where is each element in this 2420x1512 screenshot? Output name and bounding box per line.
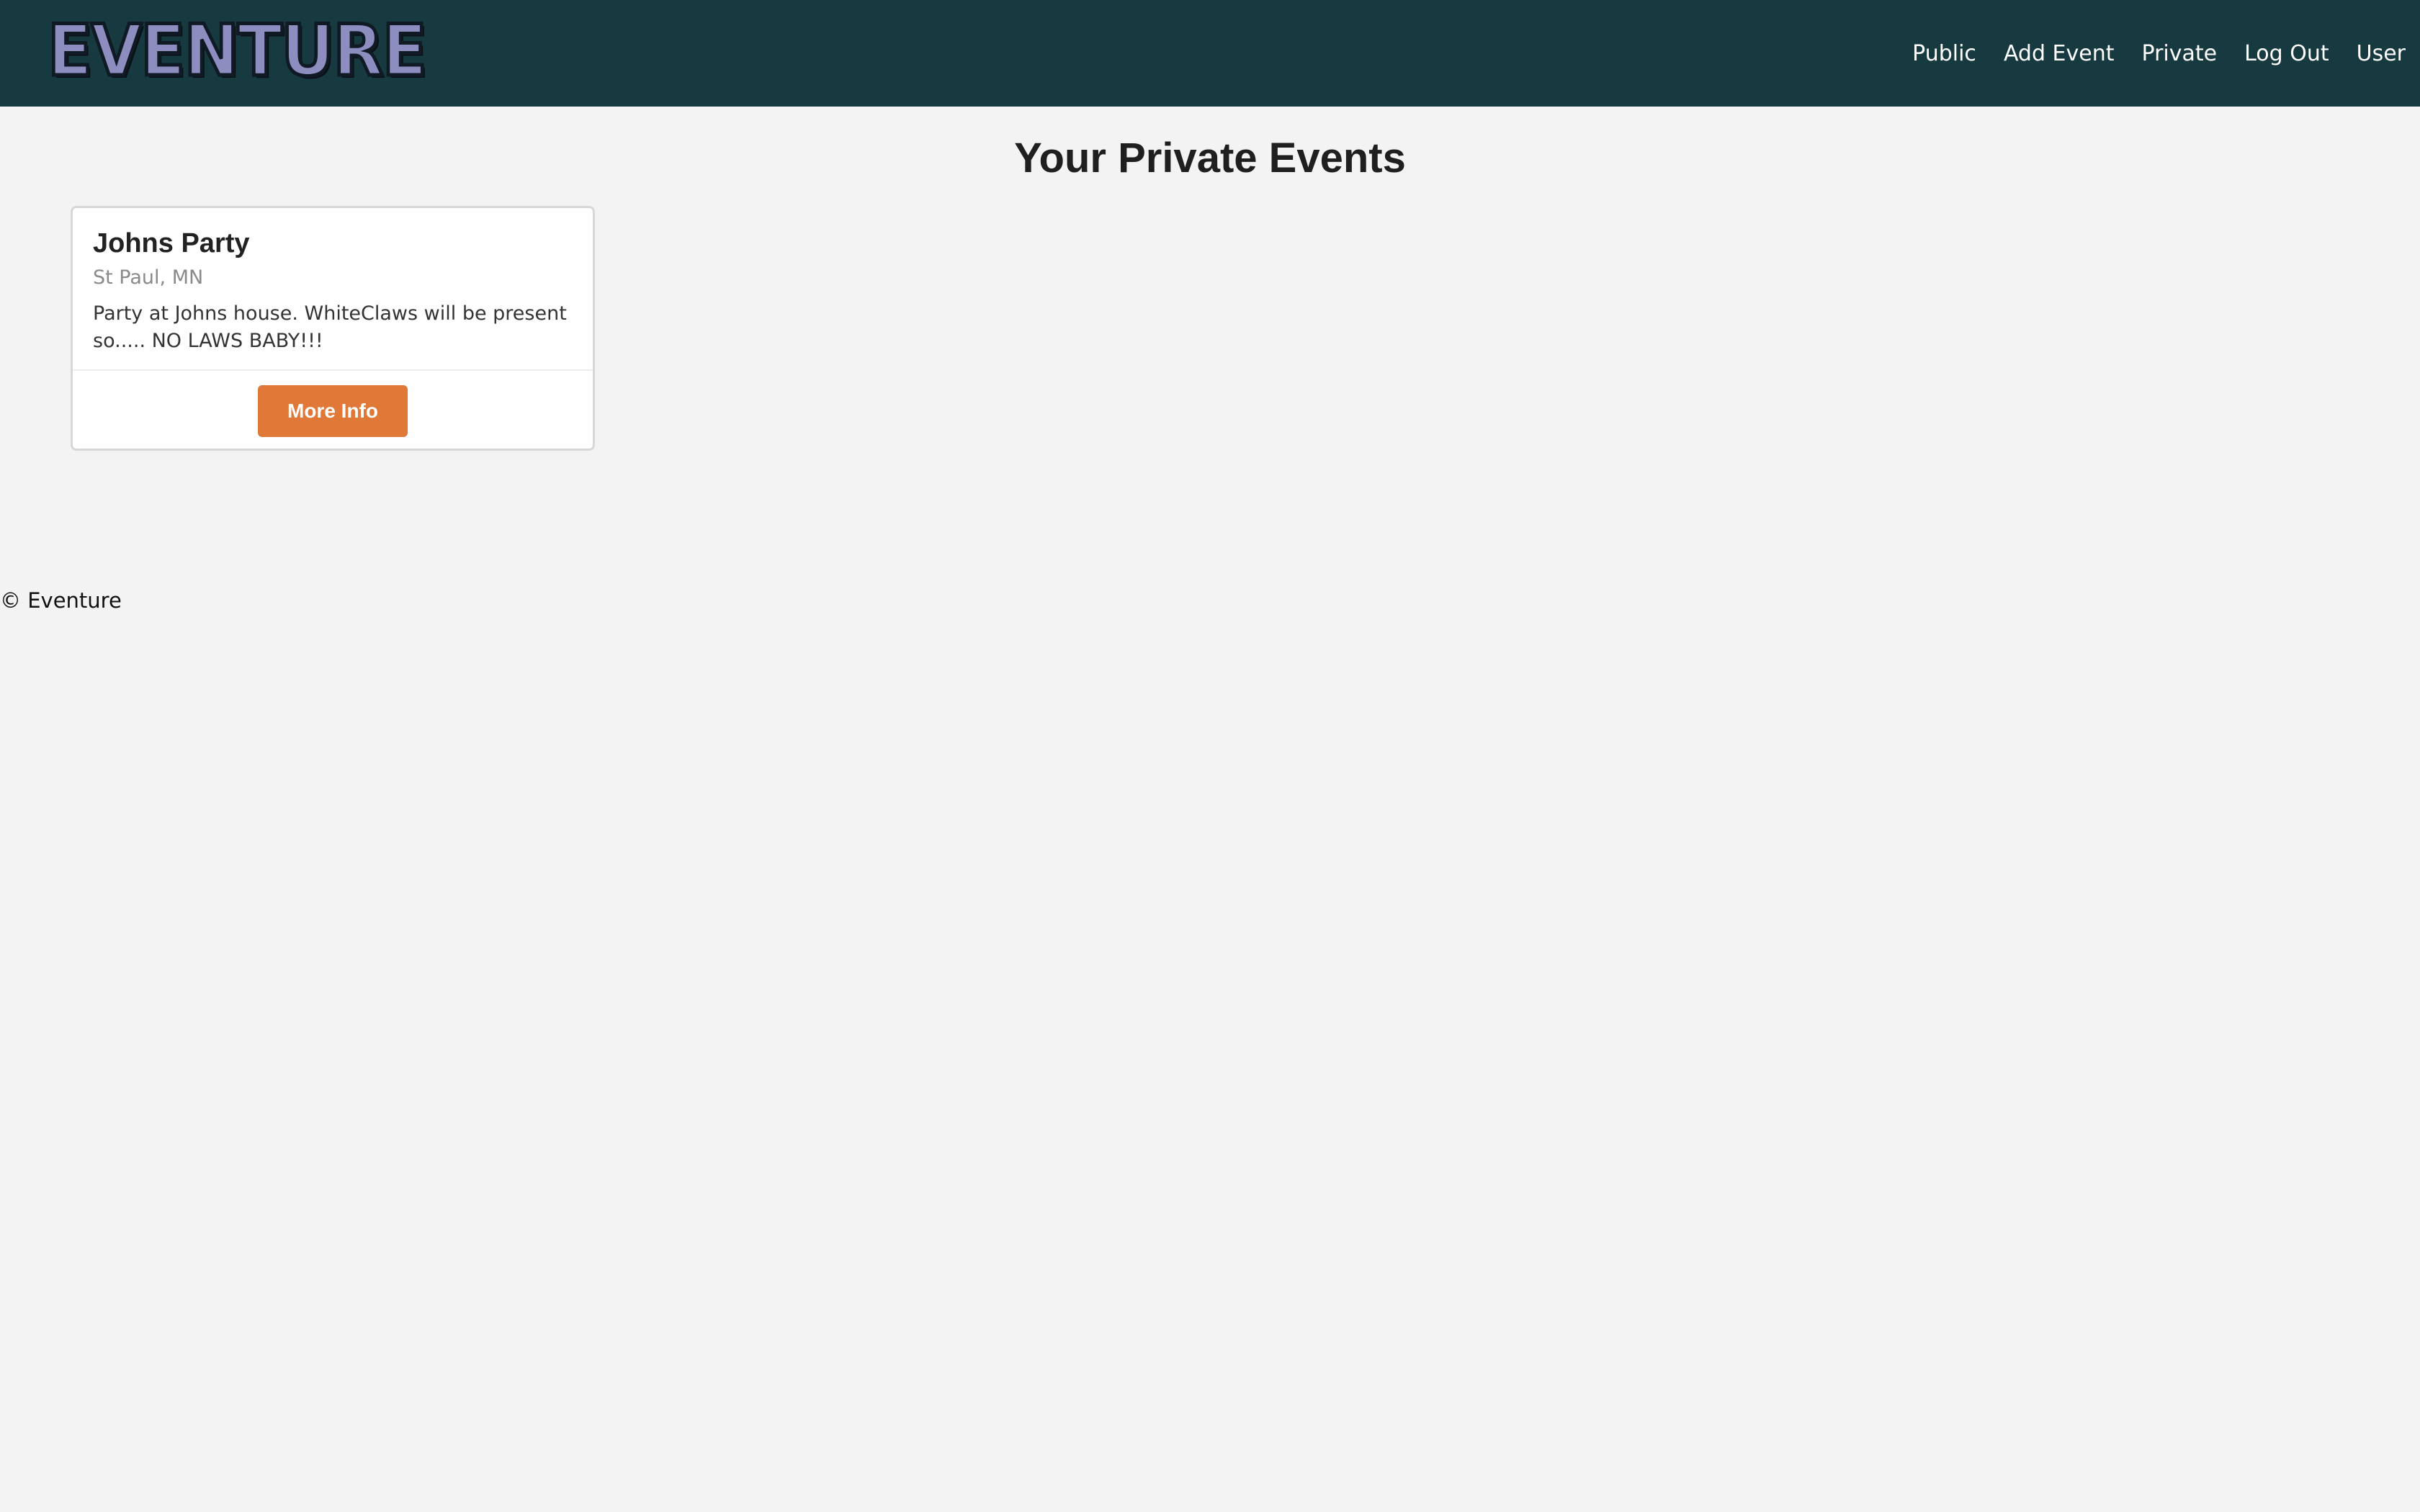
page-title: Your Private Events <box>1014 135 1406 181</box>
footer-copyright: © Eventure <box>0 588 122 613</box>
event-location: St Paul, MN <box>93 266 204 289</box>
event-card-body: Johns Party St Paul, MN Party at Johns h… <box>73 208 593 355</box>
eventure-logo[interactable]: EVENTURE <box>46 14 429 89</box>
nav-links: Public Add Event Private Log Out User <box>1885 0 2406 107</box>
nav-link-user[interactable]: User <box>2357 41 2406 66</box>
top-navbar: EVENTURE Public Add Event Private Log Ou… <box>0 0 2420 107</box>
nav-link-add-event[interactable]: Add Event <box>2004 41 2115 66</box>
nav-link-private[interactable]: Private <box>2142 41 2218 66</box>
nav-link-public[interactable]: Public <box>1912 41 1976 66</box>
event-card-footer: More Info <box>73 369 593 450</box>
event-title: Johns Party <box>93 228 250 258</box>
event-description: Party at Johns house. WhiteClaws will be… <box>93 302 567 352</box>
more-info-button[interactable]: More Info <box>258 385 408 437</box>
nav-link-log-out[interactable]: Log Out <box>2244 41 2329 66</box>
event-card: Johns Party St Paul, MN Party at Johns h… <box>71 206 595 451</box>
